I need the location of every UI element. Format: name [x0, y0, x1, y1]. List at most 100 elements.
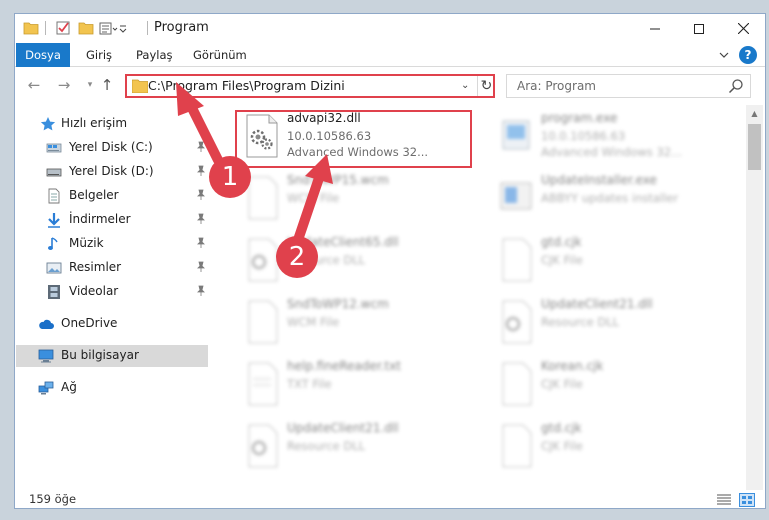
- file-icon: [248, 300, 278, 344]
- file-type: TXT File: [287, 377, 332, 391]
- sidebar-item-videos[interactable]: Videolar: [15, 281, 211, 303]
- file-icon: [502, 362, 532, 406]
- refresh-button[interactable]: ↻: [477, 76, 495, 96]
- file-type: WCM File: [287, 191, 340, 205]
- file-name: Korean.cjk: [541, 359, 604, 373]
- sidebar-item-label: Belgeler: [69, 188, 119, 202]
- chevron-down-icon[interactable]: ⌄: [461, 80, 469, 91]
- help-button[interactable]: ?: [739, 46, 757, 64]
- file-name: UpdateClient21.dll: [287, 421, 399, 435]
- vertical-scrollbar[interactable]: ▲: [746, 105, 763, 490]
- pin-icon[interactable]: [195, 261, 207, 273]
- sidebar-item-network[interactable]: Ağ: [15, 377, 211, 399]
- file-type: CJK File: [541, 377, 583, 391]
- highlight-box: [235, 110, 472, 168]
- back-button[interactable]: ←: [25, 76, 43, 94]
- dll-file-icon: [248, 238, 278, 282]
- file-type: CJK File: [541, 253, 583, 267]
- sidebar-item-this-pc[interactable]: Bu bilgisayar: [16, 345, 208, 367]
- file-item-updateclient21-dll-2[interactable]: UpdateClient21.dll Resource DLL: [239, 419, 479, 477]
- file-type: Resource DLL: [287, 439, 366, 453]
- file-name: help.fineReader.txt: [287, 359, 401, 373]
- address-path[interactable]: C:\Program Files\Program Dizini: [148, 78, 345, 93]
- file-name: program.exe: [541, 111, 618, 125]
- maximize-icon: [694, 23, 704, 34]
- file-item-help-txt[interactable]: help.fineReader.txt TXT File: [239, 357, 479, 415]
- text-file-icon: [248, 362, 278, 406]
- file-item-gtd-cjk[interactable]: gtd.cjk CJK File: [493, 233, 733, 291]
- recent-locations-button[interactable]: ▾: [81, 76, 99, 94]
- navigation-bar: ← → ▾ ↑ C:\Program Files\Program Dizini …: [15, 68, 765, 102]
- tab-share[interactable]: Paylaş: [136, 43, 173, 67]
- tab-view[interactable]: Görünüm: [193, 43, 247, 67]
- sidebar-item-label: OneDrive: [61, 316, 118, 330]
- dll-file-icon: [248, 424, 278, 468]
- sidebar-item-label: Ağ: [61, 380, 77, 394]
- window-title: Program: [154, 20, 209, 35]
- file-icon: [502, 424, 532, 468]
- search-box[interactable]: [506, 74, 751, 98]
- download-arrow-icon: [48, 213, 60, 228]
- star-icon: [40, 117, 56, 131]
- sidebar-item-local-disk-d[interactable]: Yerel Disk (D:): [15, 161, 211, 183]
- sidebar-item-music[interactable]: Müzik: [15, 233, 211, 255]
- ribbon: Dosya Giriş Paylaş Görünüm ?: [15, 43, 765, 67]
- explorer-window: Program Dosya Giriş Paylaş Görünüm ? ← →…: [14, 13, 766, 509]
- file-item-updateclient21-dll[interactable]: UpdateClient21.dll Resource DLL: [493, 295, 733, 353]
- network-icon: [38, 381, 54, 395]
- sidebar-item-onedrive[interactable]: OneDrive: [15, 313, 211, 335]
- new-folder-icon[interactable]: [78, 20, 94, 36]
- search-icon[interactable]: [728, 78, 744, 94]
- file-type: WCM File: [287, 315, 340, 329]
- chevron-down-icon[interactable]: [717, 48, 731, 62]
- sidebar-item-downloads[interactable]: İndirmeler: [15, 209, 211, 231]
- file-item-updateinstaller-exe[interactable]: UpdateInstaller.exe ABBYY updates instal…: [493, 171, 733, 229]
- toolbar-separator: [147, 21, 148, 35]
- tab-home[interactable]: Giriş: [86, 43, 112, 67]
- sidebar-item-documents[interactable]: Belgeler: [15, 185, 211, 207]
- sidebar-item-pictures[interactable]: Resimler: [15, 257, 211, 279]
- sidebar-item-local-disk-c[interactable]: Yerel Disk (C:): [15, 137, 211, 159]
- sidebar-item-label: Yerel Disk (C:): [69, 140, 153, 154]
- maximize-button[interactable]: [677, 14, 721, 43]
- search-input[interactable]: [507, 75, 727, 97]
- scroll-up-button[interactable]: ▲: [746, 105, 763, 122]
- file-type: CJK File: [541, 439, 583, 453]
- properties-check-icon[interactable]: [55, 20, 71, 36]
- sidebar-item-label: Hızlı erişim: [61, 116, 128, 130]
- details-view-icon[interactable]: [716, 493, 732, 507]
- file-item-updateclient65-dll[interactable]: UpdateClient65.dll Resource DLL: [239, 233, 479, 291]
- tiles-view-icon[interactable]: [739, 493, 755, 507]
- file-description: Advanced Windows 32...: [541, 145, 683, 159]
- file-item-sndtowp12-wcm[interactable]: SndToWP12.wcm WCM File: [239, 295, 479, 353]
- minimize-button[interactable]: [633, 14, 677, 43]
- close-button[interactable]: [721, 14, 765, 43]
- folder-icon: [132, 79, 148, 93]
- up-button[interactable]: ↑: [98, 76, 116, 94]
- address-bar[interactable]: C:\Program Files\Program Dizini ⌄ ↻: [125, 74, 495, 98]
- pin-icon[interactable]: [195, 189, 207, 201]
- pin-icon[interactable]: [195, 141, 207, 153]
- pin-icon[interactable]: [195, 165, 207, 177]
- toolbar-separator: [45, 21, 46, 35]
- dll-file-icon: [502, 300, 532, 344]
- sidebar-item-quick-access[interactable]: Hızlı erişim: [15, 113, 211, 135]
- folder-icon[interactable]: [23, 20, 39, 36]
- forward-button[interactable]: →: [55, 76, 73, 94]
- file-item-sndtowp15-wcm[interactable]: SndToWP15.wcm WCM File: [239, 171, 479, 229]
- pin-icon[interactable]: [195, 237, 207, 249]
- tab-file[interactable]: Dosya: [16, 43, 70, 67]
- file-item-gtd-cjk-2[interactable]: gtd.cjk CJK File: [493, 419, 733, 477]
- exe-file-icon: [500, 182, 532, 210]
- scroll-thumb[interactable]: [748, 124, 761, 170]
- file-item-program-exe[interactable]: program.exe 10.0.10586.63 Advanced Windo…: [493, 109, 733, 167]
- pin-icon[interactable]: [195, 213, 207, 225]
- pin-icon[interactable]: [195, 285, 207, 297]
- file-name: UpdateInstaller.exe: [541, 173, 657, 187]
- computer-icon: [38, 349, 54, 363]
- customize-toolbar-icon[interactable]: [99, 20, 127, 36]
- minimize-icon: [650, 28, 660, 29]
- close-icon: [737, 23, 749, 34]
- file-item-korean-cjk[interactable]: Korean.cjk CJK File: [493, 357, 733, 415]
- item-count: 159 öğe: [29, 492, 77, 506]
